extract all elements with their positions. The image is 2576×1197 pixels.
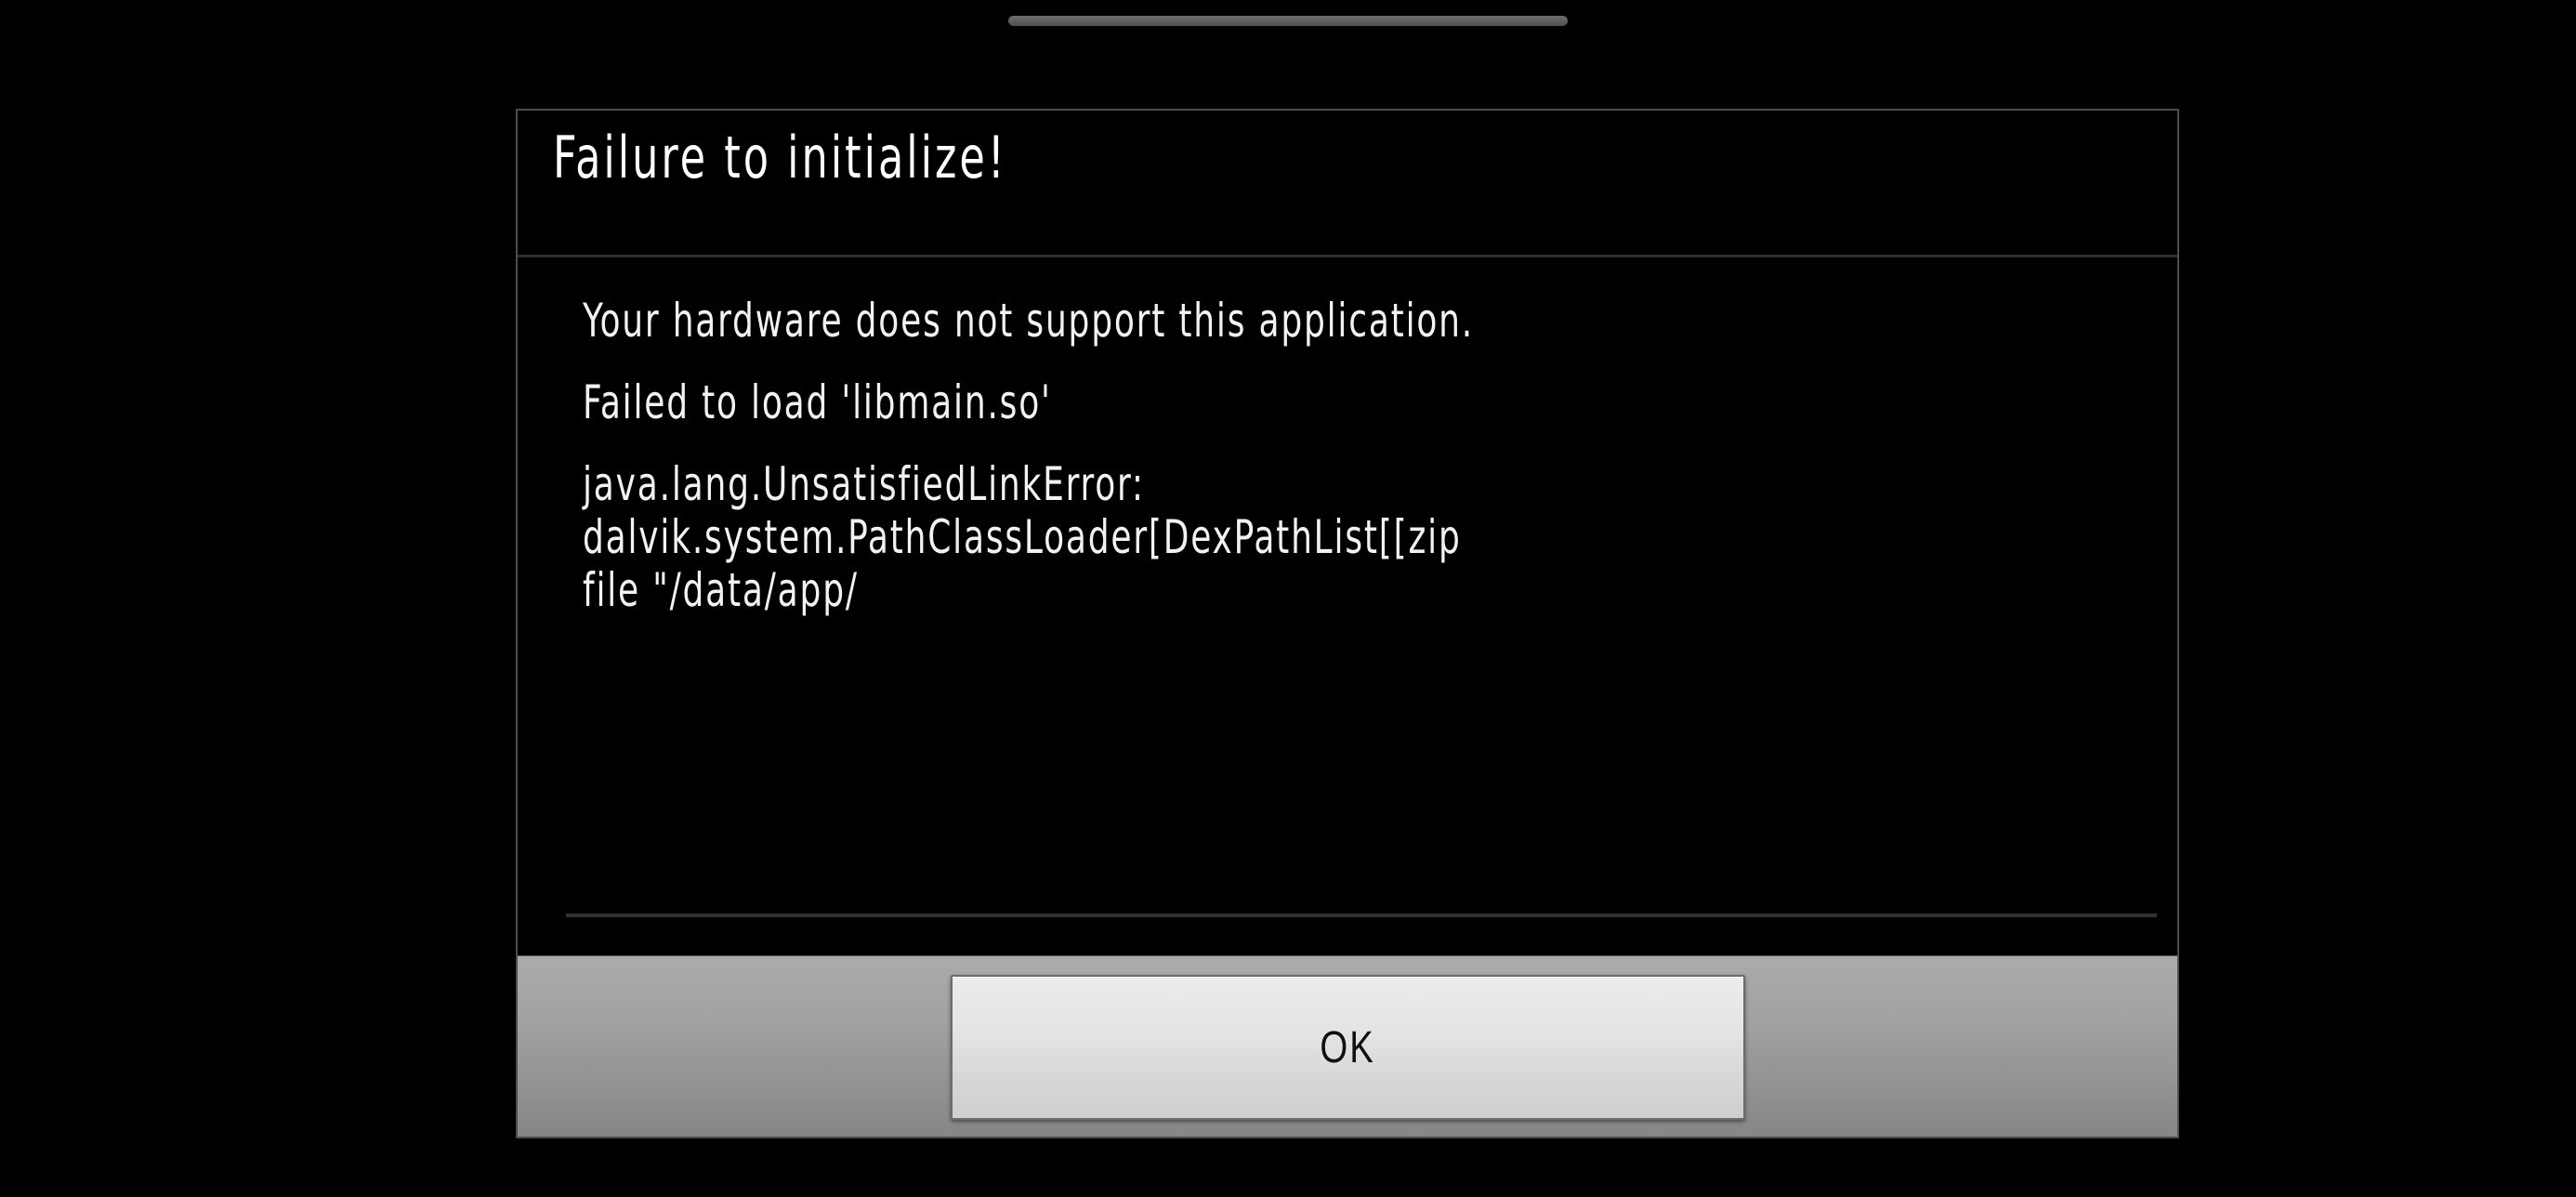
ok-button-label: OK (1320, 1022, 1375, 1072)
scroll-edge-divider (566, 914, 2157, 917)
message-line: file "/data/app/ (583, 563, 859, 617)
error-dialog: Failure to initialize! Your hardware doe… (516, 109, 2179, 1138)
dialog-message-scroll-area[interactable]: Your hardware does not support this appl… (518, 257, 2177, 955)
dialog-message-text: Your hardware does not support this appl… (583, 295, 1829, 617)
message-line: Your hardware does not support this appl… (583, 294, 1475, 348)
message-line: java.lang.UnsatisfiedLinkError: (583, 457, 1145, 511)
dialog-title-area: Failure to initialize! (518, 111, 2177, 257)
message-line: Failed to load 'libmain.so' (583, 375, 1052, 429)
ok-button[interactable]: OK (950, 975, 1745, 1120)
message-line: dalvik.system.PathClassLoader[DexPathLis… (583, 510, 1462, 564)
dialog-button-bar: OK (518, 955, 2177, 1137)
drag-handle-pill[interactable] (1008, 16, 1568, 26)
dialog-title: Failure to initialize! (553, 124, 1007, 191)
